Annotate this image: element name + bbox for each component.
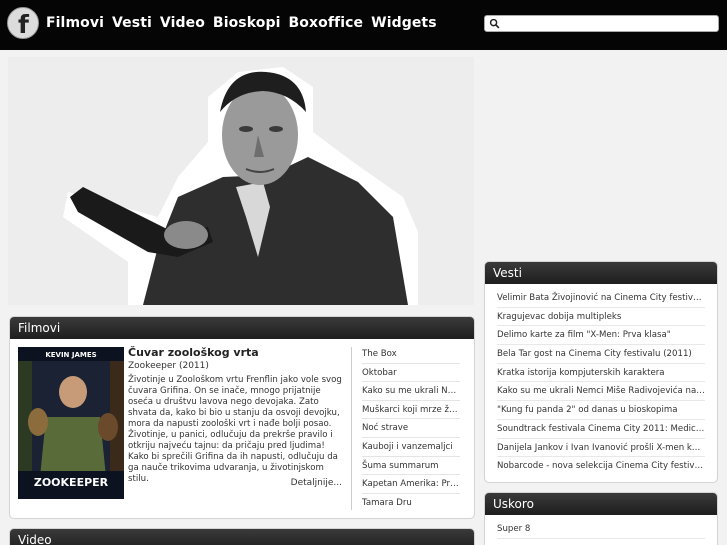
film-list: The Box Oktobar Kako su me ukrali Nemci … (362, 345, 460, 512)
featured-film-title[interactable]: Čuvar zoološkog vrta (128, 346, 259, 359)
uskoro-heading: Uskoro (485, 493, 717, 515)
news-item[interactable]: Kako su me ukrali Nemci Miše Radivojević… (497, 382, 705, 402)
featured-film-subtitle: Zookeeper (2011) (128, 361, 209, 371)
news-item[interactable]: Bela Tar gost na Cinema City festivalu (… (497, 345, 705, 364)
hero-portrait (8, 57, 474, 305)
vesti-panel: Vesti Velimir Bata Živojinović na Cinema… (484, 261, 718, 483)
search-box (484, 15, 719, 32)
main-nav: Filmovi Vesti Video Bioskopi Boxoffice W… (46, 15, 437, 31)
video-heading: Video (10, 529, 474, 545)
film-list-item[interactable]: Kako su me ukrali Nemci (362, 382, 460, 401)
news-item[interactable]: Soundtrack festivala Cinema City 2011: M… (497, 420, 705, 439)
film-list-item[interactable]: Muškarci koji mrze žene (362, 401, 460, 420)
vesti-heading: Vesti (485, 262, 717, 284)
top-bar: f Filmovi Vesti Video Bioskopi Boxoffice… (0, 0, 727, 50)
featured-film-description: Životinje u Zoološkom vrtu Frenflin jako… (128, 375, 342, 484)
film-list-item[interactable]: Kapetan Amerika: Prvi osvetnik (362, 475, 460, 494)
nav-vesti[interactable]: Vesti (112, 15, 152, 31)
poster-title-text: ZOOKEEPER (34, 476, 109, 489)
poster-top-text: KEVIN JAMES (45, 351, 96, 359)
facebook-icon[interactable]: f (7, 7, 39, 39)
details-link[interactable]: Detaljnije... (291, 478, 342, 488)
video-panel: Video (9, 528, 475, 545)
divider (351, 347, 352, 510)
film-list-item[interactable]: Oktobar (362, 364, 460, 383)
film-list-item[interactable]: Šuma summarum (362, 457, 460, 476)
nav-boxoffice[interactable]: Boxoffice (289, 15, 364, 31)
news-item[interactable]: "Kung fu panda 2" od danas u bioskopima (497, 401, 705, 420)
news-list: Velimir Bata Živojinović na Cinema City … (485, 289, 717, 476)
upcoming-list: Super 8 (485, 521, 717, 539)
news-item[interactable]: Delimo karte za film "X-Men: Prva klasa" (497, 326, 705, 346)
news-item[interactable]: Kragujevac dobija multipleks (497, 308, 705, 327)
hero-image[interactable] (8, 57, 474, 305)
facebook-logo-letter: f (18, 10, 29, 39)
news-item[interactable]: Velimir Bata Živojinović na Cinema City … (497, 289, 705, 308)
filmovi-heading: Filmovi (10, 317, 474, 339)
movie-poster[interactable]: KEVIN JAMES ZOOKEEPER (18, 347, 124, 499)
search-input[interactable] (503, 16, 715, 31)
nav-bioskopi[interactable]: Bioskopi (213, 15, 281, 31)
film-list-item[interactable]: The Box (362, 345, 460, 364)
uskoro-panel: Uskoro Super 8 (484, 492, 718, 545)
filmovi-panel: Filmovi KEVIN JAMES ZOOKEEPER Čuvar zool… (9, 316, 475, 519)
nav-widgets[interactable]: Widgets (371, 15, 437, 31)
film-list-item[interactable]: Tamara Dru (362, 494, 460, 513)
news-item[interactable]: Kratka istorija kompjuterskih karaktera (497, 364, 705, 383)
nav-video[interactable]: Video (160, 15, 205, 31)
news-item[interactable]: Danijela Jankov i Ivan Ivanović prošli X… (497, 439, 705, 458)
upcoming-item[interactable]: Super 8 (497, 521, 705, 539)
search-icon[interactable] (489, 18, 500, 29)
nav-filmovi[interactable]: Filmovi (46, 15, 104, 31)
film-list-item[interactable]: Kauboji i vanzemaljci (362, 438, 460, 457)
film-list-item[interactable]: Noć strave (362, 419, 460, 438)
news-item[interactable]: Nobarcode - nova selekcija Cinema City f… (497, 457, 705, 476)
